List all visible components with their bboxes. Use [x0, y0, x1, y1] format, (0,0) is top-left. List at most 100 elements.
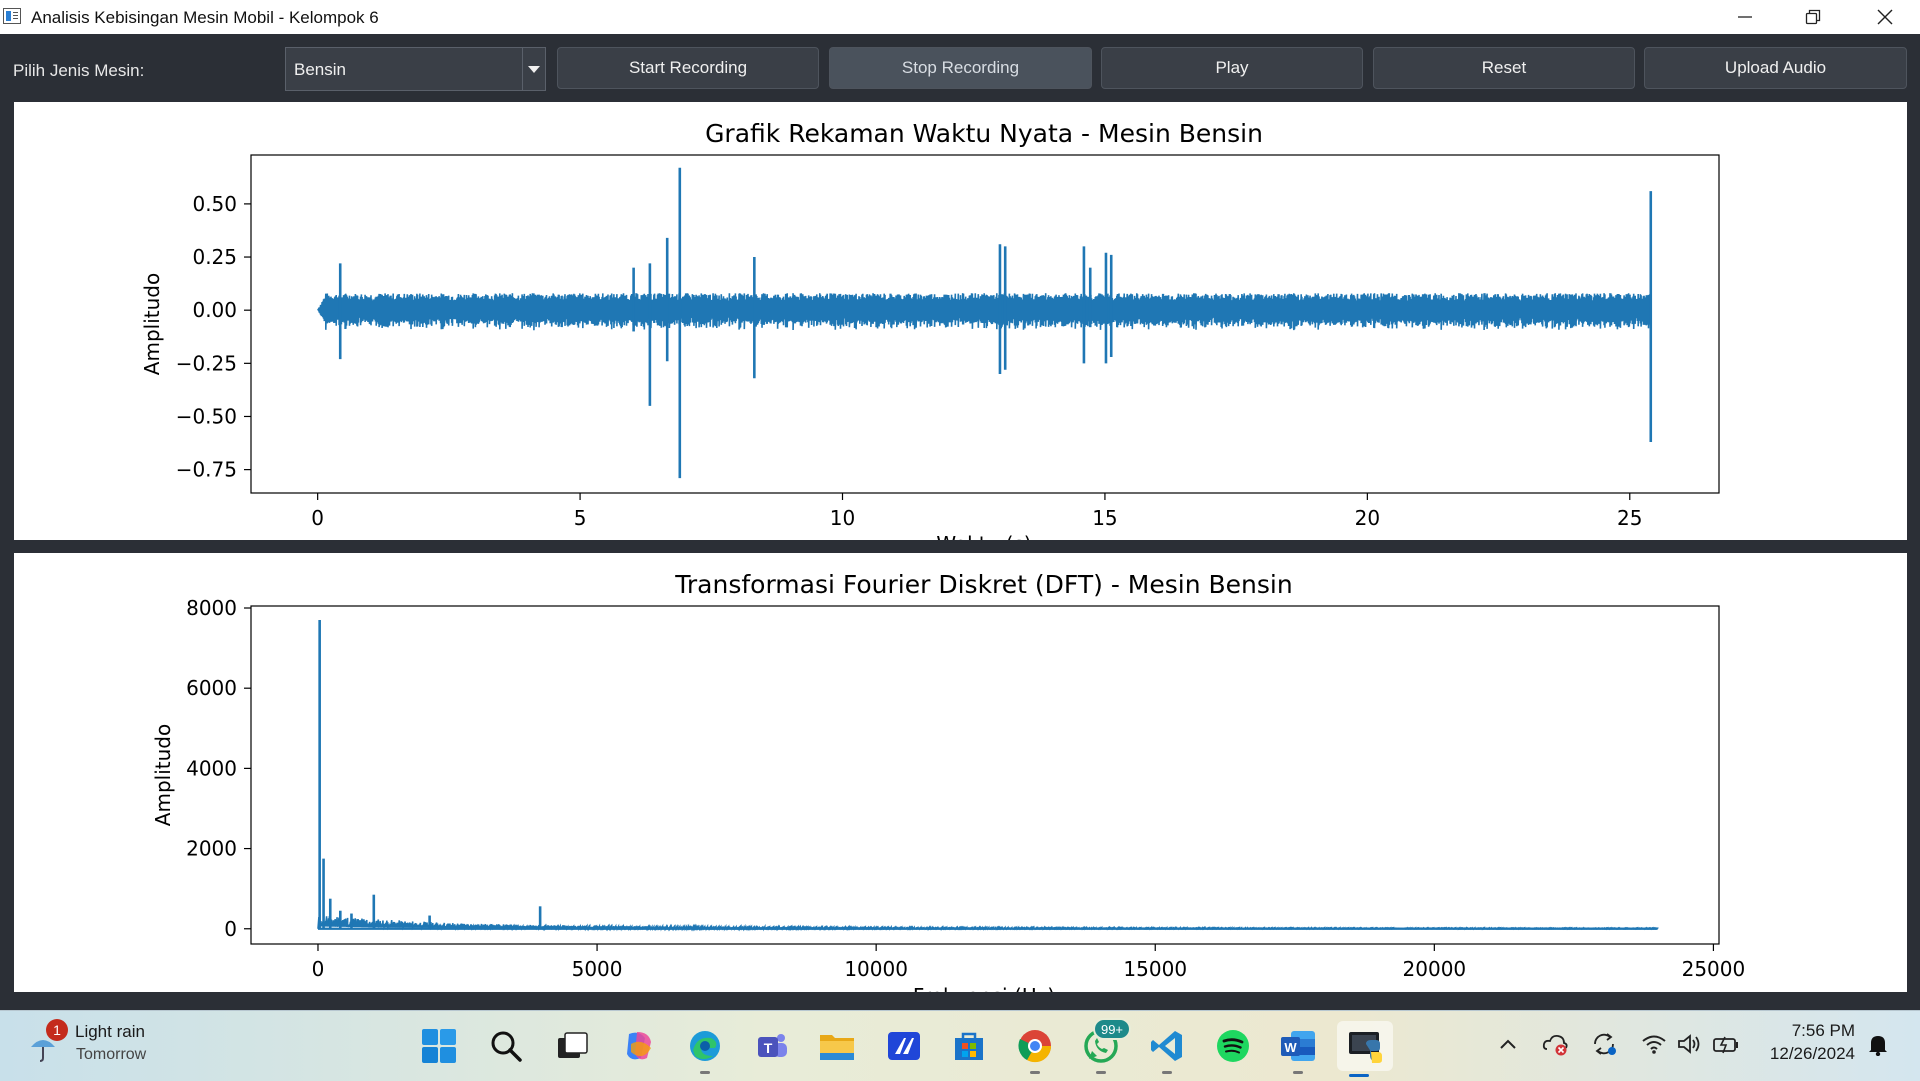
search-button[interactable]: [484, 1024, 528, 1068]
battery-charging-icon: [1713, 1036, 1738, 1054]
copilot-icon: [627, 1032, 651, 1060]
chrome-icon: [1018, 1030, 1052, 1063]
dropdown-arrow-icon[interactable]: [522, 48, 545, 90]
whatsapp-unread-badge: 99+: [1093, 1018, 1131, 1040]
onedrive-status-button[interactable]: [1542, 1030, 1570, 1058]
file-explorer-button[interactable]: [815, 1024, 859, 1068]
assistant-app-button[interactable]: [882, 1024, 926, 1068]
dft-x-tick-label: 0: [312, 957, 325, 981]
weather-forecast-day[interactable]: Tomorrow: [76, 1046, 146, 1064]
stop-recording-button[interactable]: Stop Recording: [829, 47, 1092, 89]
dft-x-tick-label: 20000: [1403, 957, 1467, 981]
chevron-up-icon: [1500, 1039, 1516, 1049]
dft-spectrum-line: [317, 914, 1659, 932]
wifi-button[interactable]: [1640, 1030, 1668, 1058]
minimize-icon: [1738, 16, 1752, 18]
wifi-icon: [1642, 1035, 1666, 1054]
time-domain-chart: Grafik Rekaman Waktu Nyata - Mesin Bensi…: [140, 119, 1720, 540]
close-icon: [1877, 9, 1893, 25]
time-y-tick-label: −0.25: [176, 351, 237, 375]
sync-status-button[interactable]: [1590, 1030, 1618, 1058]
volume-button[interactable]: [1676, 1030, 1704, 1058]
speaker-icon: [1678, 1034, 1700, 1054]
time-domain-plot-panel: Grafik Rekaman Waktu Nyata - Mesin Bensi…: [14, 102, 1907, 540]
time-y-axis-label: Amplitudo: [140, 273, 164, 375]
restore-button[interactable]: [1778, 0, 1848, 34]
machine-type-value: Bensin: [294, 60, 346, 79]
task-view-button[interactable]: [550, 1024, 594, 1068]
copilot-button[interactable]: [617, 1024, 661, 1068]
time-x-axis-label: Waktu (s): [936, 532, 1031, 540]
time-x-tick-label: 0: [311, 506, 324, 530]
time-waveform-line: [317, 293, 1652, 331]
dft-x-tick-label: 5000: [572, 957, 623, 981]
teams-icon: T: [758, 1034, 787, 1057]
weather-condition[interactable]: Light rain: [75, 1022, 145, 1042]
dft-y-tick-label: 2000: [186, 837, 237, 861]
clock-time[interactable]: 7:56 PM: [1790, 1021, 1855, 1041]
time-y-tick-label: −0.75: [176, 458, 237, 482]
app-icon: [3, 8, 21, 24]
window-title: Analisis Kebisingan Mesin Mobil - Kelomp…: [31, 8, 379, 27]
running-indicator: [1030, 1071, 1040, 1074]
time-x-tick-label: 20: [1355, 506, 1380, 530]
clock-date[interactable]: 12/26/2024: [1750, 1044, 1855, 1064]
dft-y-tick-label: 0: [224, 917, 237, 941]
svg-text:W: W: [1284, 1040, 1297, 1055]
search-icon: [491, 1031, 522, 1062]
notification-badge: 1: [46, 1019, 68, 1041]
active-indicator: [1349, 1074, 1369, 1077]
reset-button[interactable]: Reset: [1373, 47, 1635, 89]
minimize-button[interactable]: [1710, 0, 1780, 34]
vscode-button[interactable]: [1145, 1024, 1189, 1074]
vscode-icon: [1151, 1031, 1182, 1061]
chrome-button[interactable]: [1013, 1024, 1057, 1074]
restore-icon: [1805, 9, 1821, 25]
time-y-tick-label: 0.25: [192, 245, 237, 269]
task-view-icon: [558, 1032, 588, 1058]
sync-icon: [1594, 1033, 1616, 1055]
edge-browser-icon: [690, 1031, 720, 1061]
show-hidden-icons-button[interactable]: [1494, 1030, 1522, 1058]
word-button[interactable]: W: [1276, 1024, 1320, 1074]
spotify-button[interactable]: [1211, 1024, 1255, 1068]
dft-chart-title: Transformasi Fourier Diskret (DFT) - Mes…: [674, 570, 1292, 599]
time-y-tick-label: 0.00: [192, 298, 237, 322]
time-x-tick-label: 10: [830, 506, 855, 530]
running-indicator: [1096, 1071, 1106, 1074]
bell-icon: [1869, 1036, 1887, 1056]
dft-x-tick-label: 25000: [1682, 957, 1746, 981]
running-indicator: [700, 1071, 710, 1074]
pen-app-icon: [888, 1032, 920, 1060]
start-recording-button[interactable]: Start Recording: [557, 47, 819, 89]
battery-button[interactable]: [1712, 1030, 1740, 1058]
dft-x-axis-label: Frekuensi (Hz): [913, 984, 1055, 992]
notifications-button[interactable]: [1864, 1030, 1892, 1058]
running-indicator: [1162, 1071, 1172, 1074]
upload-audio-button[interactable]: Upload Audio: [1644, 47, 1907, 89]
microsoft-store-button[interactable]: [947, 1024, 991, 1068]
dft-y-tick-label: 6000: [186, 676, 237, 700]
start-button[interactable]: [417, 1024, 461, 1068]
time-x-tick-label: 5: [574, 506, 587, 530]
dft-y-tick-label: 8000: [186, 596, 237, 620]
time-y-tick-label: −0.50: [176, 404, 237, 428]
cloud-error-icon: [1542, 1034, 1568, 1056]
edge-browser-button[interactable]: [683, 1024, 727, 1074]
teams-button[interactable]: T: [750, 1024, 794, 1068]
control-toolbar: Pilih Jenis Mesin: Bensin Start Recordin…: [0, 34, 1920, 100]
close-button[interactable]: [1850, 0, 1920, 34]
folder-icon: [820, 1035, 854, 1060]
time-y-tick-label: 0.50: [192, 192, 237, 216]
dft-y-tick-label: 4000: [186, 756, 237, 780]
dft-y-axis-label: Amplitudo: [151, 724, 175, 826]
running-indicator: [1293, 1071, 1303, 1074]
python-app-button[interactable]: [1337, 1021, 1393, 1077]
machine-type-select[interactable]: Bensin: [285, 47, 546, 91]
dft-x-tick-label: 10000: [844, 957, 908, 981]
dft-chart: Transformasi Fourier Diskret (DFT) - Mes…: [151, 570, 1746, 992]
title-bar: Analisis Kebisingan Mesin Mobil - Kelomp…: [0, 0, 1920, 34]
dft-plot-frame: [250, 605, 1720, 945]
play-button[interactable]: Play: [1101, 47, 1363, 89]
windows-start-icon: [422, 1029, 456, 1063]
